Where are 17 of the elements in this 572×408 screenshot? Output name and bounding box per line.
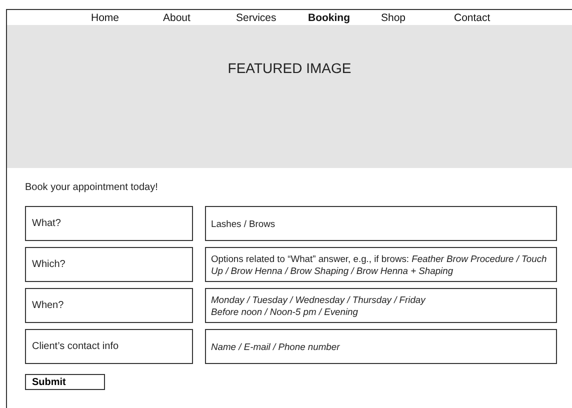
nav-link[interactable]: About — [163, 12, 236, 24]
submit-button[interactable]: Submit — [25, 374, 105, 390]
nav-link[interactable]: Services — [236, 12, 308, 24]
nav-link[interactable]: Home — [91, 12, 163, 24]
nav-link[interactable]: Booking — [308, 12, 381, 24]
input-field[interactable]: Options related to “What” answer, e.g., if brows: Feather Brow Procedure / Touch Up / Brow Henna / Brow Shaping / Brow Henna + Shaping — [205, 247, 557, 282]
field-label: When? — [25, 288, 193, 323]
featured-image-title: FEATURED IMAGE — [228, 60, 352, 78]
field-label: Which? — [25, 247, 193, 282]
nav-link[interactable]: Shop — [381, 12, 454, 24]
nav-link[interactable]: Contact — [454, 12, 524, 24]
form-heading: Book your appointment today! — [25, 182, 159, 193]
input-field[interactable]: Monday / Tuesday / Wednesday / Thursday / Friday Before noon / Noon-5 pm / Evening — [205, 288, 557, 323]
field-label: Client’s contact info — [25, 329, 193, 364]
input-field[interactable]: Lashes / Brows — [205, 206, 557, 241]
input-field[interactable]: Name / E-mail / Phone number — [205, 329, 557, 364]
field-label: What? — [25, 206, 193, 241]
